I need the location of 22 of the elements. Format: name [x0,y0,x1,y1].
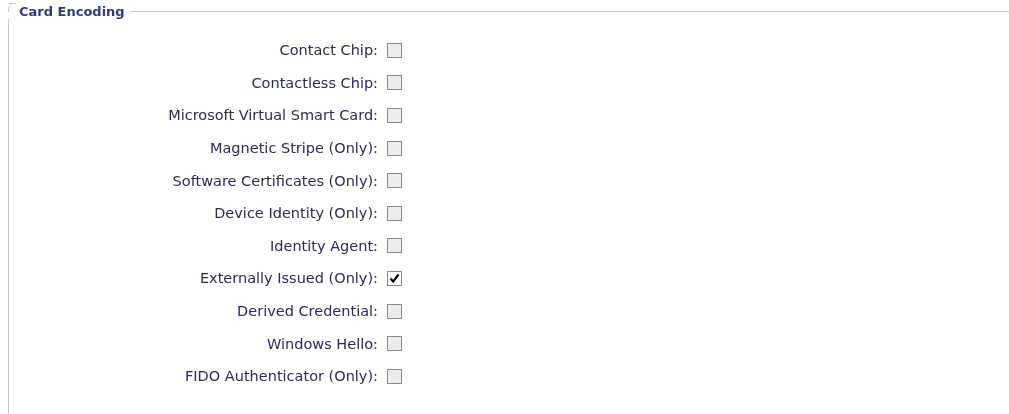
checkbox[interactable] [387,368,402,384]
checkbox[interactable] [387,303,402,319]
option-label: Device Identity (Only): [213,205,378,222]
option-label: Derived Credential: [236,303,378,320]
option-label: Microsoft Virtual Smart Card: [167,107,378,124]
option-label: Contactless Chip: [250,74,378,91]
checkbox[interactable] [387,173,402,189]
checkbox[interactable] [387,108,402,123]
checkbox[interactable] [387,75,402,91]
checkbox[interactable] [387,238,402,254]
option-label: Windows Hello: [266,335,378,352]
option-label: FIDO Authenticator (Only): [184,368,378,385]
option-label: Externally Issued (Only): [198,270,378,287]
option-label: Identity Agent: [269,237,378,254]
option-label: Magnetic Stripe (Only): [208,140,378,157]
checkbox[interactable] [387,140,402,156]
checkbox[interactable] [387,42,402,58]
option-label: Contact Chip: [278,42,378,59]
checkbox[interactable] [387,270,402,286]
option-label: Software Certificates (Only): [171,172,378,189]
checkbox[interactable] [387,205,402,221]
checkbox[interactable] [387,336,402,352]
